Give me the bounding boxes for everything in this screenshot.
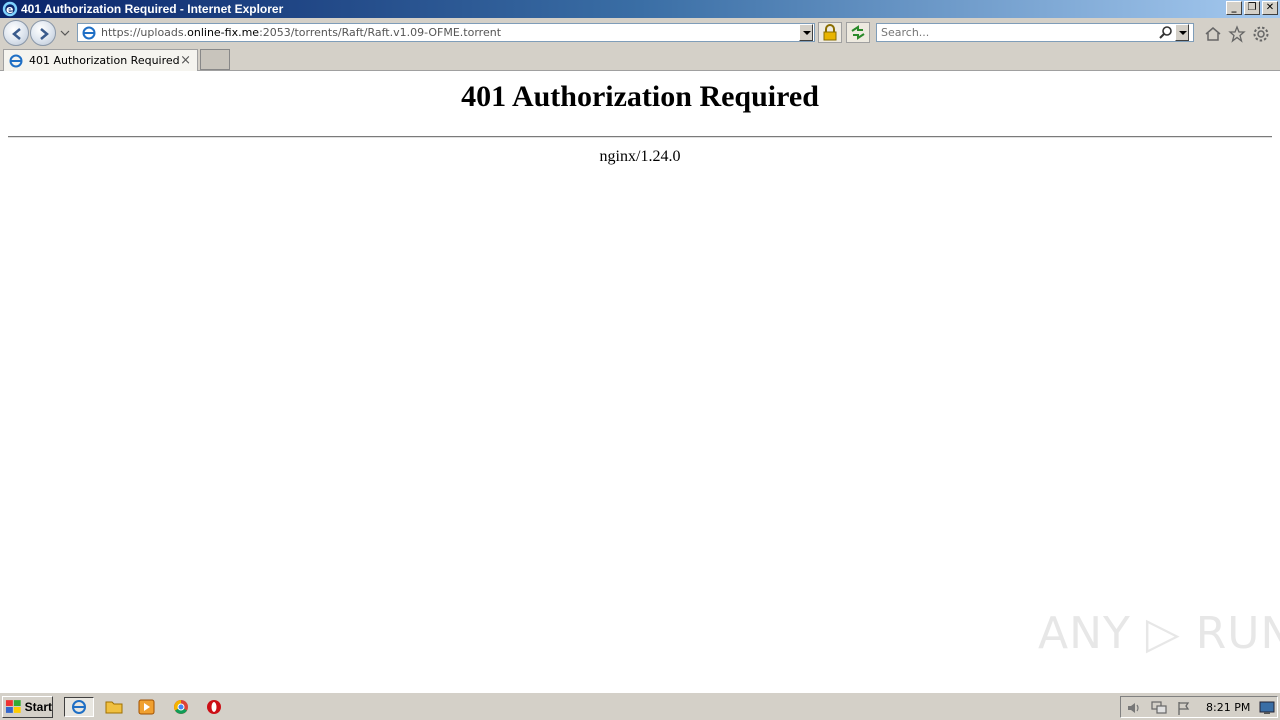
refresh-button[interactable]: [846, 22, 870, 43]
show-desktop-icon[interactable]: [1259, 701, 1275, 715]
minimize-button[interactable]: _: [1226, 1, 1242, 15]
address-dropdown-button[interactable]: [799, 24, 813, 41]
taskbar: Start 8:21 PM: [0, 692, 1280, 720]
page-content: 401 Authorization Required nginx/1.24.0 …: [0, 72, 1280, 692]
search-input[interactable]: [881, 24, 1151, 41]
taskbar-explorer-button[interactable]: [103, 697, 125, 717]
navigation-bar: https://uploads.online-fix.me:2053/torre…: [0, 18, 1280, 48]
page-heading: 401 Authorization Required: [461, 80, 819, 113]
padlock-icon: [823, 24, 837, 41]
svg-text:e: e: [6, 3, 13, 16]
tab-active[interactable]: 401 Authorization Required ×: [3, 49, 198, 71]
search-box[interactable]: [876, 23, 1194, 42]
home-icon[interactable]: [1204, 25, 1222, 43]
security-lock-button[interactable]: [818, 22, 842, 43]
windows-flag-icon: [5, 700, 21, 713]
folder-icon: [105, 701, 123, 714]
start-label: Start: [24, 700, 52, 714]
ie-logo-icon: e: [2, 1, 18, 17]
tab-ie-icon: [9, 54, 23, 67]
system-tray: 8:21 PM: [1120, 696, 1278, 718]
ie-page-icon: [82, 26, 96, 39]
url-text[interactable]: https://uploads.online-fix.me:2053/torre…: [101, 26, 501, 39]
new-tab-button[interactable]: [200, 49, 230, 70]
forward-button[interactable]: [30, 20, 56, 46]
taskbar-mediaplayer-button[interactable]: [136, 697, 158, 717]
taskbar-chrome-button[interactable]: [170, 697, 192, 717]
settings-gear-icon[interactable]: [1252, 25, 1270, 43]
tab-close-icon[interactable]: ×: [180, 53, 191, 68]
forward-arrow-icon: [40, 28, 49, 40]
maximize-button[interactable]: ❐: [1244, 1, 1260, 15]
start-button[interactable]: Start: [2, 696, 53, 718]
tab-bar: 401 Authorization Required ×: [0, 48, 1280, 71]
search-icon[interactable]: [1159, 25, 1173, 40]
chrome-icon: [174, 700, 188, 714]
horizontal-rule: [8, 136, 1272, 138]
server-signature: nginx/1.24.0: [599, 148, 681, 165]
media-player-icon: [138, 699, 155, 715]
refresh-arrows-icon: [851, 25, 865, 40]
close-button[interactable]: ✕: [1262, 1, 1278, 15]
tab-label: 401 Authorization Required: [29, 54, 180, 67]
ie-taskbar-icon: [72, 700, 86, 714]
network-icon[interactable]: [1150, 700, 1168, 716]
anyrun-watermark: ANY ▷ RUN: [1038, 608, 1280, 659]
taskbar-opera-button[interactable]: [204, 697, 226, 717]
clock[interactable]: 8:21 PM: [1206, 701, 1250, 714]
opera-icon: [207, 700, 221, 714]
search-dropdown-button[interactable]: [1175, 24, 1189, 41]
action-center-flag-icon[interactable]: [1176, 700, 1192, 716]
window-title: 401 Authorization Required - Internet Ex…: [21, 2, 284, 16]
favorites-star-icon[interactable]: [1228, 25, 1246, 43]
volume-icon[interactable]: [1126, 700, 1142, 716]
back-arrow-icon: [12, 28, 21, 40]
taskbar-ie-button[interactable]: [64, 697, 94, 717]
recent-pages-dropdown-icon[interactable]: [60, 29, 70, 37]
back-button[interactable]: [3, 20, 29, 46]
window-titlebar[interactable]: e 401 Authorization Required - Internet …: [0, 0, 1280, 18]
address-bar[interactable]: https://uploads.online-fix.me:2053/torre…: [77, 23, 815, 42]
